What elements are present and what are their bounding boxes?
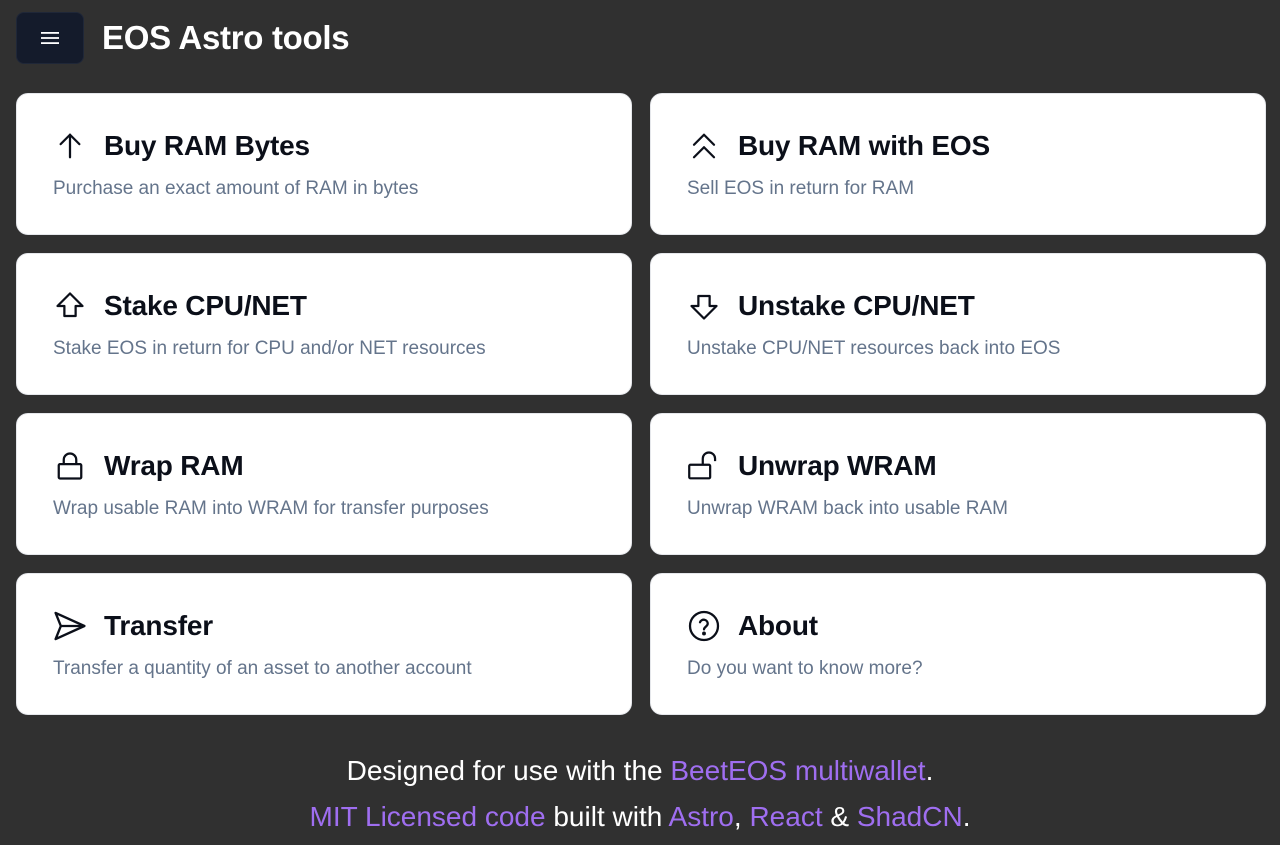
footer-line-2: MIT Licensed code built with Astro, Reac… [0,794,1280,840]
card-title: Buy RAM with EOS [738,130,990,161]
hamburger-icon [40,30,60,46]
unstake-arrow-down-icon [686,288,722,324]
arrow-up-icon [52,128,88,164]
card-title: Unstake CPU/NET [738,290,975,321]
footer-text: . [962,801,971,832]
double-chevron-up-icon [686,128,722,164]
card-description: Unwrap WRAM back into usable RAM [687,498,1008,519]
card-unwrap-wram[interactable]: Unwrap WRAM Unwrap WRAM back into usable… [650,413,1266,555]
unlock-icon [686,448,722,484]
card-title: About [738,610,818,641]
mit-license-link[interactable]: MIT Licensed code [310,801,546,832]
shadcn-link[interactable]: ShadCN [857,801,963,832]
card-description: Purchase an exact amount of RAM in bytes [53,178,419,199]
card-title: Transfer [104,610,213,641]
footer-line-1: Designed for use with the BeetEOS multiw… [0,748,1280,794]
lock-icon [52,448,88,484]
card-description: Sell EOS in return for RAM [687,178,915,199]
footer-text: Designed for use with the [346,755,671,786]
card-stake-cpu-net[interactable]: Stake CPU/NET Stake EOS in return for CP… [16,253,632,395]
card-description: Stake EOS in return for CPU and/or NET r… [53,338,486,359]
stake-arrow-up-icon [52,288,88,324]
footer-text: & [822,801,857,832]
card-description: Transfer a quantity of an asset to anoth… [53,658,472,679]
footer: Designed for use with the BeetEOS multiw… [0,748,1280,840]
react-link[interactable]: React [749,801,822,832]
card-title: Buy RAM Bytes [104,130,310,161]
send-icon [52,608,88,644]
card-wrap-ram[interactable]: Wrap RAM Wrap usable RAM into WRAM for t… [16,413,632,555]
astro-link[interactable]: Astro [669,801,734,832]
question-circle-icon [686,608,722,644]
footer-text: built with [545,801,669,832]
footer-text: . [925,755,934,786]
app-title: EOS Astro tools [102,19,350,56]
beeteos-link[interactable]: BeetEOS multiwallet [670,755,925,786]
card-unstake-cpu-net[interactable]: Unstake CPU/NET Unstake CPU/NET resource… [650,253,1266,395]
card-description: Unstake CPU/NET resources back into EOS [687,338,1061,359]
card-about[interactable]: About Do you want to know more? [650,573,1266,715]
app-header: EOS Astro tools [16,12,350,64]
card-title: Wrap RAM [104,450,244,481]
card-title: Stake CPU/NET [104,290,307,321]
card-buy-ram-bytes[interactable]: Buy RAM Bytes Purchase an exact amount o… [16,93,632,235]
menu-button[interactable] [16,12,84,64]
card-description: Wrap usable RAM into WRAM for transfer p… [53,498,489,519]
card-description: Do you want to know more? [687,658,923,679]
tools-grid: Buy RAM Bytes Purchase an exact amount o… [16,93,1266,715]
card-transfer[interactable]: Transfer Transfer a quantity of an asset… [16,573,632,715]
footer-text: , [733,801,750,832]
card-title: Unwrap WRAM [738,450,937,481]
card-buy-ram-with-eos[interactable]: Buy RAM with EOS Sell EOS in return for … [650,93,1266,235]
